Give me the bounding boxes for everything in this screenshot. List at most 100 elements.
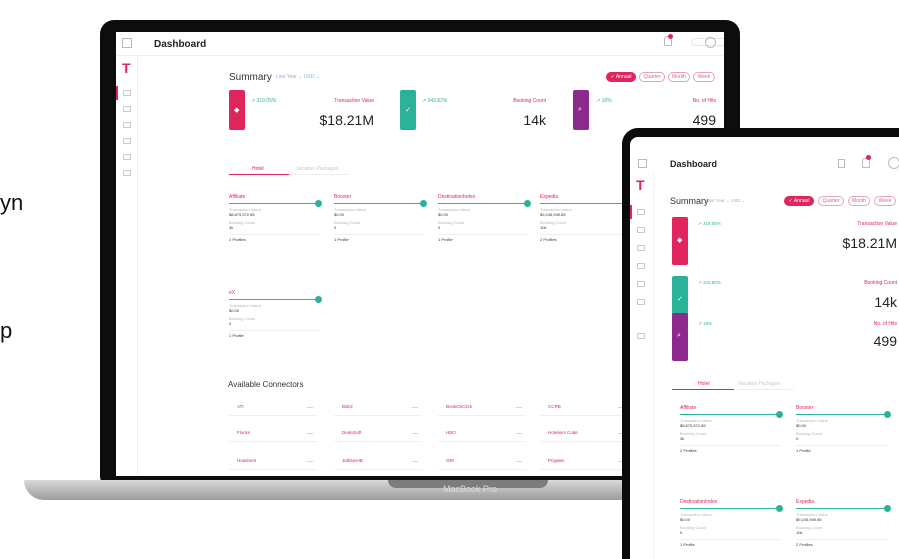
minus-icon[interactable]: [412, 433, 418, 434]
apps-grid-icon[interactable]: [638, 159, 647, 168]
tab-vacation-packages[interactable]: Vacation Packages: [296, 166, 338, 172]
tab-vacation-packages[interactable]: Vacation Packages: [738, 381, 780, 387]
connector-item[interactable]: BookOnClick: [438, 402, 526, 416]
divider: [438, 234, 528, 235]
minus-icon[interactable]: [516, 433, 522, 434]
sidebar: T: [116, 56, 138, 476]
period-currency-selector[interactable]: Last Year ⌄ USD ⌄: [706, 198, 746, 204]
sidebar-code-icon[interactable]: [123, 154, 131, 160]
sidebar-active-indicator: [116, 86, 118, 100]
kpi-hits-label: No. of Hits: [873, 321, 897, 327]
kpi-hits-label: No. of Hits: [692, 98, 716, 104]
sidebar-code-icon[interactable]: [637, 281, 645, 287]
kpi-booking-value: 14k: [523, 112, 546, 128]
apps-grid-icon[interactable]: [122, 38, 132, 48]
minus-icon[interactable]: [412, 461, 418, 462]
sidebar-reports-icon[interactable]: [637, 263, 645, 269]
profile-card[interactable]: DestinationIndex Transaction Value $0.00…: [680, 499, 783, 547]
sidebar-profiles-icon[interactable]: [637, 227, 645, 233]
sidebar-settings-icon[interactable]: [123, 170, 131, 176]
summary-title: Summary: [229, 72, 272, 83]
booking-value: 0: [334, 225, 337, 230]
search-icon: ⌕: [677, 332, 681, 339]
profile-card[interactable]: eX Transaction Value $0.00 Booking Count…: [229, 290, 322, 338]
connector-name: ORI: [446, 458, 455, 463]
tab-hotel[interactable]: Hotel: [698, 381, 710, 387]
sidebar-settings-icon[interactable]: [637, 299, 645, 305]
profile-name: DestinationIndex: [680, 499, 718, 505]
avatar[interactable]: [888, 157, 899, 169]
profile-count: 2 Profiles: [680, 448, 697, 453]
divider: [229, 330, 319, 331]
notification-badge: [866, 155, 871, 160]
sidebar: T: [630, 173, 654, 559]
connector-item[interactable]: HBO: [438, 428, 526, 442]
minus-icon[interactable]: [307, 433, 313, 434]
check-dot-icon: [315, 200, 322, 207]
transaction-value: $9,245,949.85: [796, 517, 822, 522]
brand-logo-icon: T: [122, 60, 131, 76]
connector-name: HBO: [446, 430, 456, 435]
check-dot-icon: [884, 505, 891, 512]
minus-icon[interactable]: [307, 407, 313, 408]
sidebar-help-icon[interactable]: [637, 333, 645, 339]
profile-progress: [229, 296, 322, 303]
profile-name: Affiliate: [680, 405, 697, 411]
profile-card[interactable]: Expedia Transaction Value $9,245,949.85 …: [796, 499, 891, 547]
document-icon[interactable]: [838, 159, 845, 168]
divider: [680, 539, 780, 540]
kpi-hits-value: 499: [873, 333, 897, 349]
booking-value: 10k: [540, 225, 547, 230]
sidebar-profiles-icon[interactable]: [123, 106, 131, 112]
connector-name: BookOnClick: [446, 404, 473, 409]
connector-item[interactable]: Hoteliers Code: [540, 428, 628, 442]
minus-icon[interactable]: [307, 461, 313, 462]
connector-item[interactable]: ORI: [438, 456, 526, 470]
connector-item[interactable]: Bidrd: [334, 402, 422, 416]
check-icon: ✓: [677, 296, 683, 303]
profile-name: Expedia: [796, 499, 815, 505]
kpi-hits-trend: ↗ 16%: [596, 98, 612, 104]
connector-item[interactable]: Hotelnest: [229, 456, 317, 470]
connector-item[interactable]: JetblueHB: [334, 456, 422, 470]
minus-icon[interactable]: [516, 461, 522, 462]
period-annual-button[interactable]: ✓ Annual: [606, 72, 636, 82]
period-week-button[interactable]: Week: [693, 72, 715, 82]
sidebar-dashboard-icon[interactable]: [637, 209, 645, 215]
profile-card[interactable]: Booster Transaction Value $0.00 Booking …: [334, 194, 427, 242]
profile-progress: [796, 505, 891, 512]
profile-progress: [438, 200, 531, 207]
period-currency-selector[interactable]: Last Year ⌄ USD ⌄: [276, 74, 320, 80]
profile-name: Booster: [334, 194, 352, 200]
period-month-button[interactable]: Month: [848, 196, 870, 206]
period-week-button[interactable]: Week: [874, 196, 896, 206]
profile-card[interactable]: Expedia Transaction Value $9,245,949.85 …: [540, 194, 633, 242]
profile-progress: [229, 200, 322, 207]
sidebar-connectors-icon[interactable]: [637, 245, 645, 251]
profile-card[interactable]: DestinationIndex Transaction Value $0.00…: [438, 194, 531, 242]
sidebar-reports-icon[interactable]: [123, 138, 131, 144]
connectors-title: Available Connectors: [228, 380, 304, 389]
profile-card[interactable]: Booster Transaction Value $0.00 Booking …: [796, 405, 891, 453]
tab-hotel[interactable]: Hotel: [252, 166, 264, 172]
minus-icon[interactable]: [516, 407, 522, 408]
period-annual-button[interactable]: ✓ Annual: [784, 196, 814, 206]
tablet-camera-notch: [735, 128, 803, 136]
connector-item[interactable]: DealsSoft: [334, 428, 422, 442]
connector-item[interactable]: Flocks: [229, 428, 317, 442]
profile-card[interactable]: Affiliate Transaction Value $8,875,572.8…: [680, 405, 783, 453]
connector-item[interactable]: Prigalen: [540, 456, 628, 470]
profile-progress: [540, 200, 633, 207]
connector-item[interactable]: ATI: [229, 402, 317, 416]
sidebar-dashboard-icon[interactable]: [123, 90, 131, 96]
period-month-button[interactable]: Month: [668, 72, 690, 82]
period-quarter-button[interactable]: Quarter: [639, 72, 665, 82]
period-quarter-button[interactable]: Quarter: [818, 196, 844, 206]
profile-card[interactable]: Affiliate Transaction Value $8,875,572.8…: [229, 194, 322, 242]
avatar[interactable]: [705, 37, 716, 48]
kpi-transaction-label: Transaction Value: [857, 221, 897, 227]
booking-value: 10k: [796, 530, 803, 535]
sidebar-connectors-icon[interactable]: [123, 122, 131, 128]
minus-icon[interactable]: [412, 407, 418, 408]
connector-item[interactable]: CCRB: [540, 402, 628, 416]
